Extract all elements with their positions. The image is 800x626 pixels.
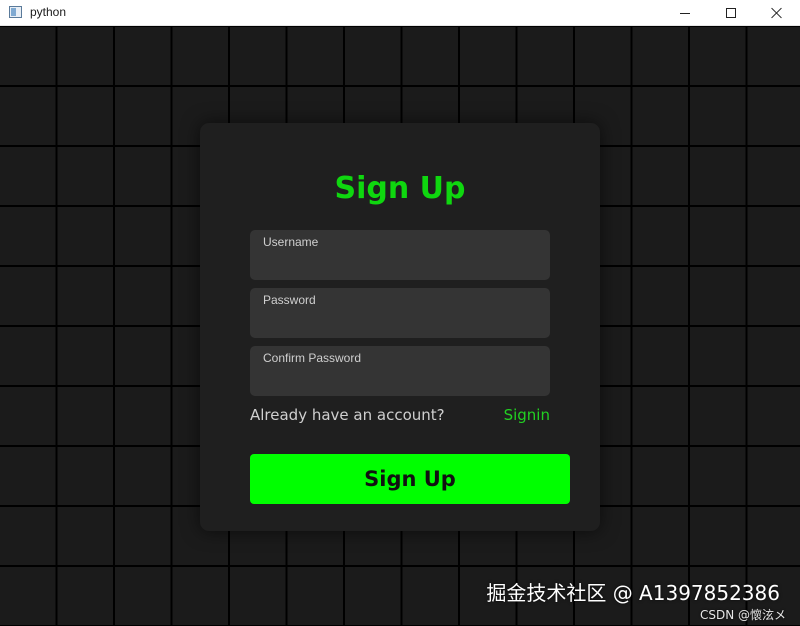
confirm-password-field[interactable]: Confirm Password	[250, 346, 550, 396]
watermark-text: 掘金技术社区 @ A1397852386	[486, 581, 780, 605]
confirm-password-label: Confirm Password	[263, 351, 362, 365]
password-input[interactable]	[262, 312, 538, 332]
username-field[interactable]: Username	[250, 230, 550, 280]
window-titlebar[interactable]: python	[0, 0, 800, 26]
confirm-password-input[interactable]	[262, 370, 538, 390]
close-button[interactable]	[754, 0, 800, 26]
maximize-icon	[726, 8, 736, 18]
page-title: Sign Up	[334, 171, 466, 206]
password-field[interactable]: Password	[250, 288, 550, 338]
app-window-icon	[9, 6, 22, 18]
maximize-button[interactable]	[708, 0, 754, 26]
watermark-subtext: CSDN @懷泫メ	[699, 608, 786, 622]
grid-background: Sign Up Username Password Confirm Passwo…	[0, 26, 800, 626]
signup-button[interactable]: Sign Up	[250, 454, 570, 504]
signup-card: Sign Up Username Password Confirm Passwo…	[200, 123, 600, 531]
username-label: Username	[263, 235, 319, 249]
username-input[interactable]	[262, 254, 538, 274]
close-icon	[771, 7, 783, 19]
minimize-icon	[680, 12, 690, 14]
password-label: Password	[263, 293, 316, 307]
minimize-button[interactable]	[662, 0, 708, 26]
signin-link[interactable]: Signin	[504, 406, 550, 424]
window-title: python	[30, 5, 67, 19]
account-prompt: Already have an account?	[250, 406, 445, 424]
